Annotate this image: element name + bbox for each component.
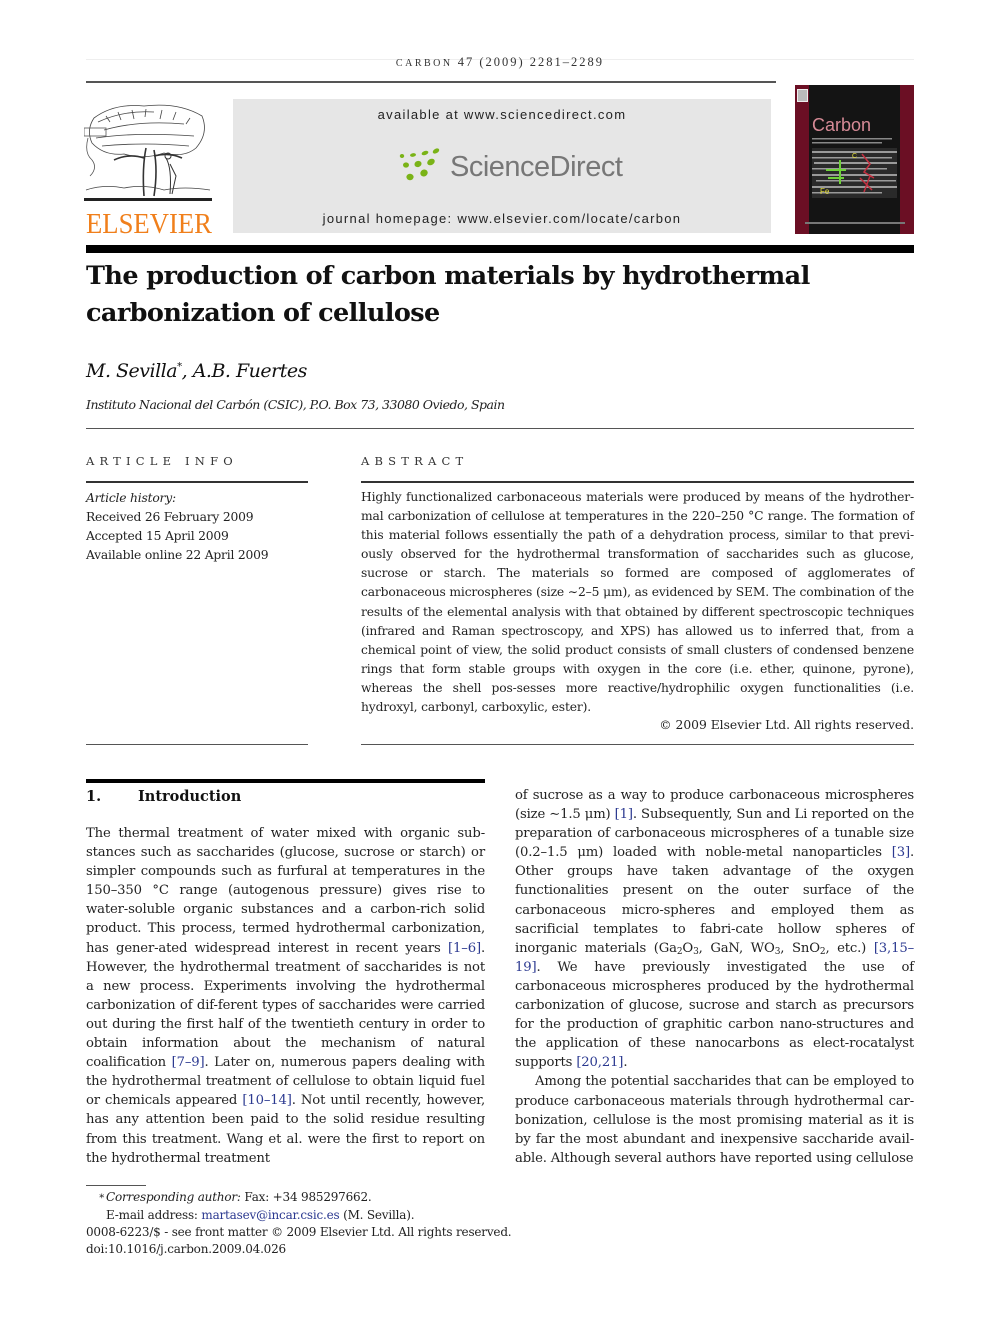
section-number: 1.	[86, 788, 102, 805]
journal-homepage-link[interactable]: journal homepage: www.elsevier.com/locat…	[233, 211, 771, 226]
paragraph: of sucrose as a way to produce carbonace…	[515, 786, 914, 1072]
abstract-heading: ABSTRACT	[361, 454, 469, 468]
article-info-rule	[86, 481, 308, 483]
svg-text:C: C	[852, 153, 857, 160]
sciencedirect-logo[interactable]: ScienceDirect	[398, 147, 638, 187]
header-thick-rule	[86, 245, 914, 253]
citation-link[interactable]: [7–9]	[172, 1055, 205, 1070]
affiliation: Instituto Nacional del Carbón (CSIC), P.…	[86, 397, 505, 412]
abstract-copyright: © 2009 Elsevier Ltd. All rights reserved…	[659, 718, 914, 732]
fax-number: Fax: +34 985297662.	[240, 1190, 372, 1204]
citation-link[interactable]: [3]	[892, 845, 910, 860]
journal-cover-thumbnail[interactable]: Carbon Fe C	[795, 85, 914, 234]
text-run: , etc.)	[825, 940, 874, 956]
citation-link[interactable]: [1]	[615, 807, 633, 822]
citation-link[interactable]: [10–14]	[242, 1093, 292, 1108]
citation-link[interactable]: [20,21]	[576, 1055, 623, 1070]
abstract-rule	[361, 481, 914, 483]
text-run: O	[682, 940, 694, 956]
corresponding-author-footnote: * Corresponding author: Fax: +34 98529766…	[86, 1189, 511, 1207]
text-run: . However, the hydrothermal treatment of…	[86, 940, 485, 1071]
journal-name: CARBON	[395, 58, 453, 69]
text-run: .	[623, 1055, 628, 1071]
front-matter-notice: 0008-6223/$ - see front matter © 2009 El…	[86, 1225, 512, 1239]
email-owner: (M. Sevilla).	[339, 1208, 415, 1222]
sciencedirect-wordmark: ScienceDirect	[450, 151, 623, 183]
cover-footer-line	[805, 222, 905, 224]
text-run: , SnO	[780, 940, 820, 956]
email-footnote: E-mail address: martasev@incar.csic.es (…	[86, 1207, 511, 1224]
text-run: . We have previously investigated the us…	[515, 959, 914, 1071]
doi[interactable]: doi:10.1016/j.carbon.2009.04.026	[86, 1241, 511, 1258]
author-name[interactable]: A.B. Fuertes	[193, 360, 308, 382]
footnotes: * Corresponding author: Fax: +34 98529766…	[86, 1189, 512, 1258]
available-at-link[interactable]: available at www.sciencedirect.com	[233, 107, 771, 122]
elsevier-tree-icon	[83, 98, 212, 206]
abstract-text: Highly functionalized carbonaceous mater…	[361, 490, 914, 715]
citation-pages: 47 (2009) 2281–2289	[457, 55, 605, 69]
citation-link[interactable]: [1–6]	[448, 941, 481, 956]
cover-subtitle-lines	[812, 138, 892, 144]
corresponding-author-label: Corresponding author:	[106, 1190, 241, 1204]
text-run: The thermal treatment of water mixed wit…	[86, 826, 485, 956]
article-history-label: Article history:	[86, 491, 176, 505]
available-online-date: Available online 22 April 2009	[86, 548, 269, 562]
author-name[interactable]: M. Sevilla	[86, 360, 178, 382]
cover-title: Carbon	[812, 115, 872, 135]
footnote-rule	[86, 1185, 146, 1186]
paragraph: Among the potential saccharides that can…	[515, 1074, 914, 1166]
header-rule	[86, 81, 776, 83]
running-head: CARBON 47 (2009) 2281–2289	[86, 55, 914, 70]
accepted-date: Accepted 15 April 2009	[86, 529, 229, 543]
article-history: Article history: Received 26 February 20…	[86, 489, 269, 565]
received-date: Received 26 February 2009	[86, 510, 254, 524]
cover-image: Fe C	[812, 148, 897, 198]
author-separator: ,	[181, 360, 193, 382]
text-run: , GaN, WO	[698, 940, 775, 956]
email-label: E-mail address:	[106, 1208, 202, 1222]
section-rule	[86, 779, 485, 783]
article-info-heading: ARTICLE INFO	[86, 454, 238, 468]
footnote-star: *	[99, 1193, 104, 1204]
affiliation-rule	[86, 428, 914, 429]
sciencedirect-banner: available at www.sciencedirect.com Scien…	[233, 99, 771, 233]
paragraph: The thermal treatment of water mixed wit…	[86, 824, 485, 1168]
elsevier-wordmark[interactable]: ELSEVIER	[86, 208, 212, 241]
text-run: . Other groups have taken advantage of t…	[515, 845, 914, 956]
elsevier-badge-icon	[797, 89, 808, 102]
svg-text:Fe: Fe	[820, 187, 830, 196]
section-heading: 1. Introduction	[86, 788, 241, 805]
author-list: M. Sevilla*, A.B. Fuertes	[86, 360, 307, 382]
body-column-right: of sucrose as a way to produce carbonace…	[515, 786, 914, 1168]
article-info-bottom-rule	[86, 744, 308, 745]
section-title: Introduction	[138, 788, 242, 805]
abstract-bottom-rule	[361, 744, 914, 745]
article-title: The production of carbon materials by hy…	[86, 261, 810, 328]
body-column-left: The thermal treatment of water mixed wit…	[86, 824, 485, 1168]
email-link[interactable]: martasev@incar.csic.es	[201, 1208, 339, 1222]
